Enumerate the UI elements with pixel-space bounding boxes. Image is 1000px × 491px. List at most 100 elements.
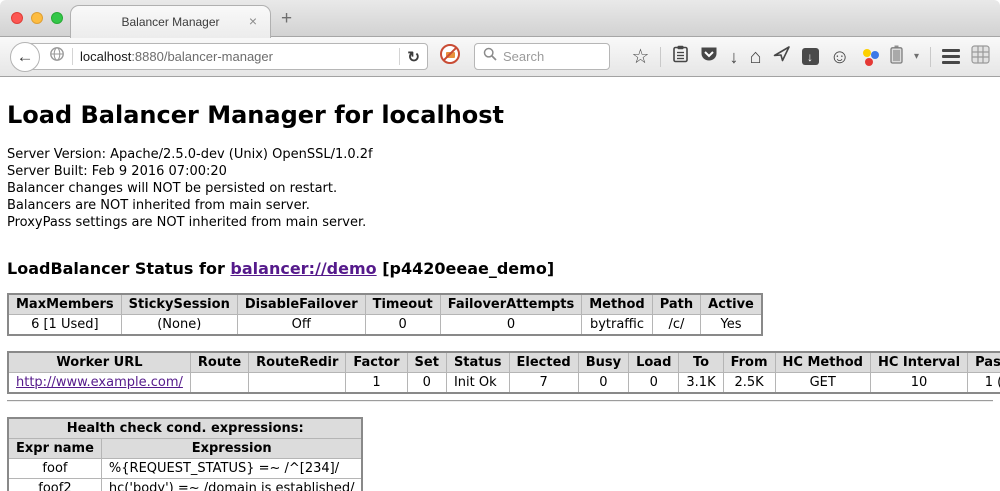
tab-balancer-manager[interactable]: Balancer Manager × [70, 5, 271, 38]
window-controls [11, 12, 63, 24]
cell-maxmembers: 6 [1 Used] [8, 315, 121, 336]
close-window-button[interactable] [11, 12, 23, 24]
table-row: 6 [1 Used] (None) Off 0 0 bytraffic /c/ … [8, 315, 762, 336]
bookmark-star-icon[interactable]: ☆ [632, 47, 650, 67]
url-path: :8880/balancer-manager [131, 49, 273, 64]
cell-path: /c/ [652, 315, 700, 336]
hc-table-title: Health check cond. expressions: [8, 418, 362, 439]
chevron-down-icon[interactable]: ▾ [914, 51, 919, 62]
new-tab-button[interactable]: + [281, 8, 292, 30]
table-header-row: Worker URL Route RouteRedir Factor Set S… [8, 352, 1000, 373]
cell-route [190, 373, 248, 394]
server-info: Server Version: Apache/2.5.0-dev (Unix) … [7, 146, 993, 231]
loadbalancer-status-heading: LoadBalancer Status for balancer://demo … [7, 259, 993, 278]
cell-expression: %{REQUEST_STATUS} =~ /^[234]/ [101, 459, 362, 479]
col-factor: Factor [346, 352, 407, 373]
cell-hc-method: GET [775, 373, 870, 394]
server-built-line: Server Built: Feb 9 2016 07:00:20 [7, 163, 993, 180]
identity-separator [72, 48, 73, 65]
menu-hamburger-icon[interactable] [942, 49, 960, 64]
cell-failoverattempts: 0 [440, 315, 582, 336]
battery-extension-icon[interactable] [890, 45, 903, 69]
col-active: Active [701, 294, 762, 315]
clipboard-icon[interactable] [672, 45, 689, 68]
cell-timeout: 0 [365, 315, 440, 336]
title-bar: Balancer Manager × + [0, 0, 1000, 37]
cell-passes: 1 (0) [968, 373, 1000, 394]
cell-status: Init Ok [446, 373, 509, 394]
site-identity-globe-icon[interactable] [49, 46, 65, 67]
col-timeout: Timeout [365, 294, 440, 315]
cell-method: bytraffic [582, 315, 652, 336]
pocket-icon[interactable] [700, 46, 718, 68]
url-text[interactable]: localhost:8880/balancer-manager [80, 49, 273, 64]
cell-load: 0 [629, 373, 679, 394]
inherit-note-line: Balancers are NOT inherited from main se… [7, 197, 993, 214]
browser-window: Balancer Manager × + ← localhost:8880/ba… [0, 0, 1000, 491]
balancer-summary-table: MaxMembers StickySession DisableFailover… [7, 293, 763, 336]
section-divider [7, 400, 993, 402]
cell-expression: hc('body') =~ /domain is established/ [101, 479, 362, 491]
table-row: foof2 hc('body') =~ /domain is establish… [8, 479, 362, 491]
plugin-blocked-icon[interactable] [439, 43, 461, 70]
page-title: Load Balancer Manager for localhost [7, 77, 993, 129]
col-hc-interval: HC Interval [870, 352, 967, 373]
cell-busy: 0 [578, 373, 628, 394]
balancer-demo-link[interactable]: balancer://demo [230, 259, 376, 278]
persist-note-line: Balancer changes will NOT be persisted o… [7, 180, 993, 197]
col-path: Path [652, 294, 700, 315]
cell-worker-url: http://www.example.com/ [8, 373, 190, 394]
worker-table: Worker URL Route RouteRedir Factor Set S… [7, 351, 1000, 394]
table-header-row: Expr name Expression [8, 439, 362, 459]
tab-close-icon[interactable]: × [249, 13, 257, 29]
col-disablefailover: DisableFailover [237, 294, 365, 315]
nav-toolbar: ← localhost:8880/balancer-manager ↻ Sear… [0, 37, 1000, 77]
page-content: Load Balancer Manager for localhost Serv… [0, 77, 1000, 491]
cell-from: 2.5K [723, 373, 775, 394]
cell-hc-interval: 10 [870, 373, 967, 394]
url-domain: localhost [80, 49, 131, 64]
col-status: Status [446, 352, 509, 373]
downloads-icon[interactable]: ↓ [729, 48, 738, 66]
col-set: Set [407, 352, 446, 373]
smiley-icon[interactable]: ☺ [830, 47, 850, 67]
col-route: Route [190, 352, 248, 373]
col-maxmembers: MaxMembers [8, 294, 121, 315]
col-worker-url: Worker URL [8, 352, 190, 373]
cell-disablefailover: Off [237, 315, 365, 336]
cell-expr-name: foof2 [8, 479, 101, 491]
back-arrow-icon: ← [17, 47, 34, 67]
tab-grid-icon[interactable] [971, 45, 990, 69]
cell-to: 3.1K [679, 373, 723, 394]
col-busy: Busy [578, 352, 628, 373]
minimize-window-button[interactable] [31, 12, 43, 24]
cell-expr-name: foof [8, 459, 101, 479]
reload-separator [399, 48, 400, 65]
col-load: Load [629, 352, 679, 373]
reload-icon[interactable]: ↻ [407, 48, 420, 66]
proxypass-note-line: ProxyPass settings are NOT inherited fro… [7, 214, 993, 231]
worker-url-link[interactable]: http://www.example.com/ [16, 375, 183, 390]
col-method: Method [582, 294, 652, 315]
back-button[interactable]: ← [10, 42, 40, 72]
search-placeholder: Search [503, 49, 544, 64]
col-expression: Expression [101, 439, 362, 459]
table-row: http://www.example.com/ 1 0 Init Ok 7 0 … [8, 373, 1000, 394]
home-icon[interactable]: ⌂ [749, 47, 761, 67]
col-from: From [723, 352, 775, 373]
col-hc-method: HC Method [775, 352, 870, 373]
table-title-row: Health check cond. expressions: [8, 418, 362, 439]
save-to-device-icon[interactable]: ↓ [802, 48, 819, 65]
toolbar-icons: ☆ ↓ ⌂ ↓ ☺ ▾ [632, 45, 990, 69]
url-bar[interactable]: localhost:8880/balancer-manager ↻ [24, 43, 428, 70]
table-header-row: MaxMembers StickySession DisableFailover… [8, 294, 762, 315]
cell-routeredir [249, 373, 346, 394]
zoom-window-button[interactable] [51, 12, 63, 24]
search-input[interactable]: Search [474, 43, 610, 70]
cell-stickysession: (None) [121, 315, 237, 336]
col-to: To [679, 352, 723, 373]
cell-active: Yes [701, 315, 762, 336]
health-check-table: Health check cond. expressions: Expr nam… [7, 417, 363, 491]
colored-dots-extension-icon[interactable] [861, 48, 879, 66]
send-paper-plane-icon[interactable] [773, 45, 791, 68]
